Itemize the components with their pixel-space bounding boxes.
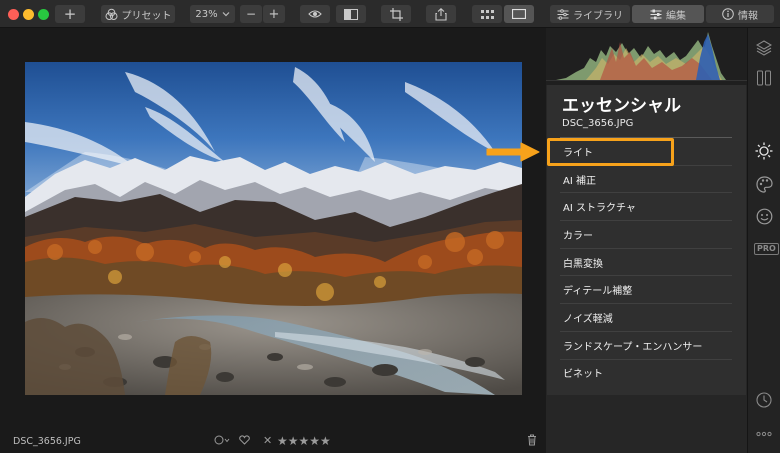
plus-icon: + xyxy=(268,6,280,22)
layers-icon[interactable] xyxy=(754,38,774,58)
more-icon[interactable] xyxy=(754,424,774,444)
tool-details[interactable]: ディテール補整 xyxy=(560,275,732,303)
crop-button[interactable] xyxy=(381,5,411,23)
edit-panel: エッセンシャル DSC_3656.JPG ライト AI 補正 AI ストラクチャ… xyxy=(546,28,747,453)
single-frame-icon xyxy=(512,9,526,19)
smiley-icon[interactable] xyxy=(754,206,774,226)
tool-light[interactable]: ライト xyxy=(560,137,732,165)
tool-landscape-enhancer[interactable]: ランドスケープ・エンハンサー xyxy=(560,330,732,359)
essentials-card: エッセンシャル DSC_3656.JPG ライト AI 補正 AI ストラクチャ… xyxy=(547,85,746,395)
tool-denoise[interactable]: ノイズ軽減 xyxy=(560,303,732,331)
minus-icon: − xyxy=(245,7,257,21)
share-icon xyxy=(435,7,447,21)
close-window-button[interactable] xyxy=(8,9,19,20)
pro-badge[interactable]: PRO xyxy=(754,243,779,255)
zoom-value: 23% xyxy=(195,8,218,20)
preset-label: プリセット xyxy=(121,10,172,22)
tool-ai-enhance[interactable]: AI 補正 xyxy=(560,164,732,193)
library-icon xyxy=(557,8,569,20)
plus-icon: + xyxy=(63,5,77,23)
tab-library-label: ライブラリ xyxy=(573,10,623,22)
preview-eye-button[interactable] xyxy=(300,5,330,23)
top-toolbar: + プリセット 23% − + ライブラリ 編集 情報 xyxy=(0,0,780,28)
tool-category-rail: PRO xyxy=(747,28,780,453)
tool-ai-structure[interactable]: AI ストラクチャ xyxy=(560,192,732,220)
tab-info[interactable]: 情報 xyxy=(706,5,774,23)
eye-icon xyxy=(308,10,322,18)
zoom-in-button[interactable]: + xyxy=(263,5,285,23)
preset-circles-icon xyxy=(105,8,117,20)
tab-library[interactable]: ライブラリ xyxy=(550,5,630,23)
tool-black-white[interactable]: 白黒変換 xyxy=(560,247,732,276)
add-button[interactable]: + xyxy=(55,5,85,23)
compare-panels-icon[interactable] xyxy=(754,68,774,88)
minimize-window-button[interactable] xyxy=(23,9,34,20)
preset-button[interactable]: プリセット xyxy=(101,5,175,23)
tools-list: ライト AI 補正 AI ストラクチャ カラー 白黒変換 ディテール補整 ノイズ… xyxy=(560,137,732,386)
grid-view-button[interactable] xyxy=(472,5,502,23)
reject-icon[interactable]: ✕ xyxy=(263,434,272,448)
compare-button[interactable] xyxy=(336,5,366,23)
zoom-select[interactable]: 23% xyxy=(190,5,235,23)
image-canvas: DSC_3656.JPG ✕ ★★★★★ xyxy=(0,28,546,453)
trash-icon[interactable] xyxy=(527,434,537,450)
tab-info-label: 情報 xyxy=(738,10,758,22)
current-filename: DSC_3656.JPG xyxy=(13,436,81,447)
star-rating[interactable]: ★★★★★ xyxy=(277,434,331,448)
palette-icon[interactable] xyxy=(754,174,774,194)
mountain-landscape-photo xyxy=(25,62,522,395)
heart-icon[interactable] xyxy=(239,435,250,449)
panel-title: エッセンシャル xyxy=(562,96,681,116)
panel-filename: DSC_3656.JPG xyxy=(562,118,634,129)
sliders-icon xyxy=(650,9,662,19)
color-label-icon[interactable] xyxy=(214,435,230,449)
sun-icon[interactable] xyxy=(754,141,774,161)
zoom-window-button[interactable] xyxy=(38,9,49,20)
info-icon xyxy=(722,8,734,20)
chevron-down-icon xyxy=(222,12,230,17)
history-clock-icon[interactable] xyxy=(754,390,774,410)
tool-color[interactable]: カラー xyxy=(560,220,732,248)
grid-icon xyxy=(480,9,494,19)
histogram xyxy=(546,28,747,85)
single-view-button[interactable] xyxy=(504,5,534,23)
filmstrip-status-bar: DSC_3656.JPG ✕ ★★★★★ xyxy=(0,432,546,453)
zoom-out-button[interactable]: − xyxy=(240,5,262,23)
crop-icon xyxy=(389,7,403,21)
pointer-arrow-icon xyxy=(486,142,540,162)
split-view-icon xyxy=(344,8,358,20)
tool-vignette[interactable]: ビネット xyxy=(560,358,732,387)
tab-edit[interactable]: 編集 xyxy=(632,5,704,23)
tab-edit-label: 編集 xyxy=(666,10,686,22)
share-button[interactable] xyxy=(426,5,456,23)
